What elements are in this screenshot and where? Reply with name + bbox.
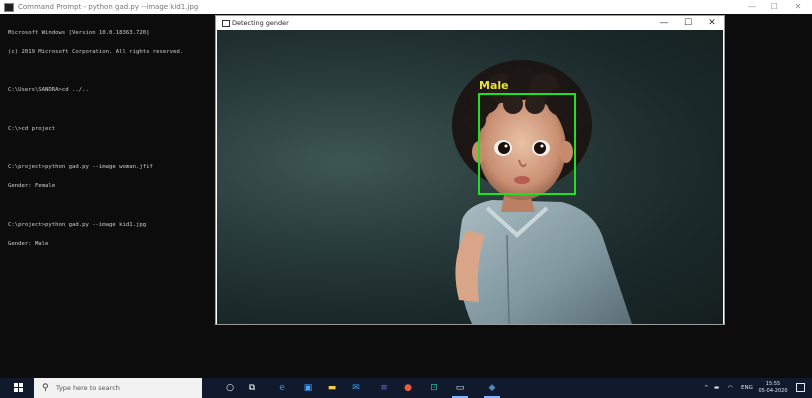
cmd-title: Command Prompt - python gad.py --image k… [18, 3, 199, 11]
clock-date: 05-04-2020 [758, 388, 788, 394]
cortana-icon[interactable]: ○ [224, 382, 236, 394]
battery-icon[interactable]: ▬ [714, 378, 719, 398]
cmd-line [8, 68, 183, 74]
cmd-minimize-button[interactable]: — [742, 0, 762, 14]
child-illustration [452, 60, 632, 324]
gender-window-title-bar[interactable]: Detecting gender — ☐ ✕ [216, 16, 724, 30]
cmd-line [8, 107, 183, 113]
photos-icon[interactable]: ≡ [378, 382, 390, 394]
search-placeholder: Type here to search [56, 384, 120, 392]
gender-label: Male [479, 79, 509, 92]
cmd-line [8, 203, 183, 209]
cmd-line: (c) 2019 Microsoft Corporation. All righ… [8, 49, 184, 56]
cmd-app-icon [4, 3, 14, 12]
search-icon: ⚲ [42, 383, 49, 393]
language-indicator[interactable]: ENG [741, 378, 753, 398]
vscode-icon[interactable]: ⊡ [428, 382, 440, 394]
python-icon[interactable]: ◆ [486, 382, 498, 394]
taskbar: ⚲ Type here to search ○ ⧉ e ▣ ▬ ✉ ≡ ● ⊡ … [0, 378, 812, 398]
cmd-line: C:\project>python gad.py --image woman.j… [8, 164, 153, 171]
child-photo: Male [217, 30, 723, 324]
gender-window-title: Detecting gender [232, 19, 289, 27]
system-clock[interactable]: 15:55 05-04-2020 [758, 381, 788, 395]
cmd-icon[interactable]: ▭ [454, 382, 466, 394]
task-view-icon[interactable]: ⧉ [246, 382, 258, 394]
notification-center-icon[interactable] [796, 383, 805, 392]
gender-maximize-button[interactable]: ☐ [676, 16, 700, 30]
file-explorer-icon[interactable]: ▬ [326, 382, 338, 394]
detecting-gender-window: Detecting gender — ☐ ✕ Male [215, 15, 725, 325]
gender-minimize-button[interactable]: — [652, 16, 676, 30]
cmd-line: Gender: Male [8, 241, 49, 248]
edge-icon[interactable]: e [276, 382, 288, 394]
cmd-console-output[interactable]: Microsoft Windows [Version 10.0.18363.72… [8, 17, 183, 260]
clock-time: 15:55 [765, 381, 781, 387]
gender-close-button[interactable]: ✕ [700, 16, 724, 30]
cmd-line: C:\Users\SANDRA>cd ../.. [8, 87, 89, 94]
cmd-title-bar[interactable]: Command Prompt - python gad.py --image k… [0, 0, 812, 14]
chrome-icon[interactable]: ● [402, 382, 414, 394]
cmd-line: C:\>cd project [8, 125, 56, 132]
cmd-line: C:\project>python gad.py --image kid1.jp… [8, 221, 147, 228]
face-detection-box [478, 93, 576, 195]
cmd-line: Gender: Female [8, 183, 56, 190]
cmd-line: Microsoft Windows [Version 10.0.18363.72… [8, 29, 150, 36]
windows-start-button[interactable] [14, 383, 24, 393]
wifi-icon[interactable]: ◠ [728, 378, 733, 398]
window-app-icon [222, 20, 230, 27]
cmd-line [8, 145, 183, 151]
cmd-close-button[interactable]: ✕ [788, 0, 808, 14]
mail-icon[interactable]: ✉ [350, 382, 362, 394]
show-hidden-icons-icon[interactable]: ^ [704, 378, 709, 398]
cmd-maximize-button[interactable]: ☐ [764, 0, 784, 14]
taskbar-search-box[interactable]: ⚲ Type here to search [34, 378, 202, 398]
store-icon[interactable]: ▣ [302, 382, 314, 394]
